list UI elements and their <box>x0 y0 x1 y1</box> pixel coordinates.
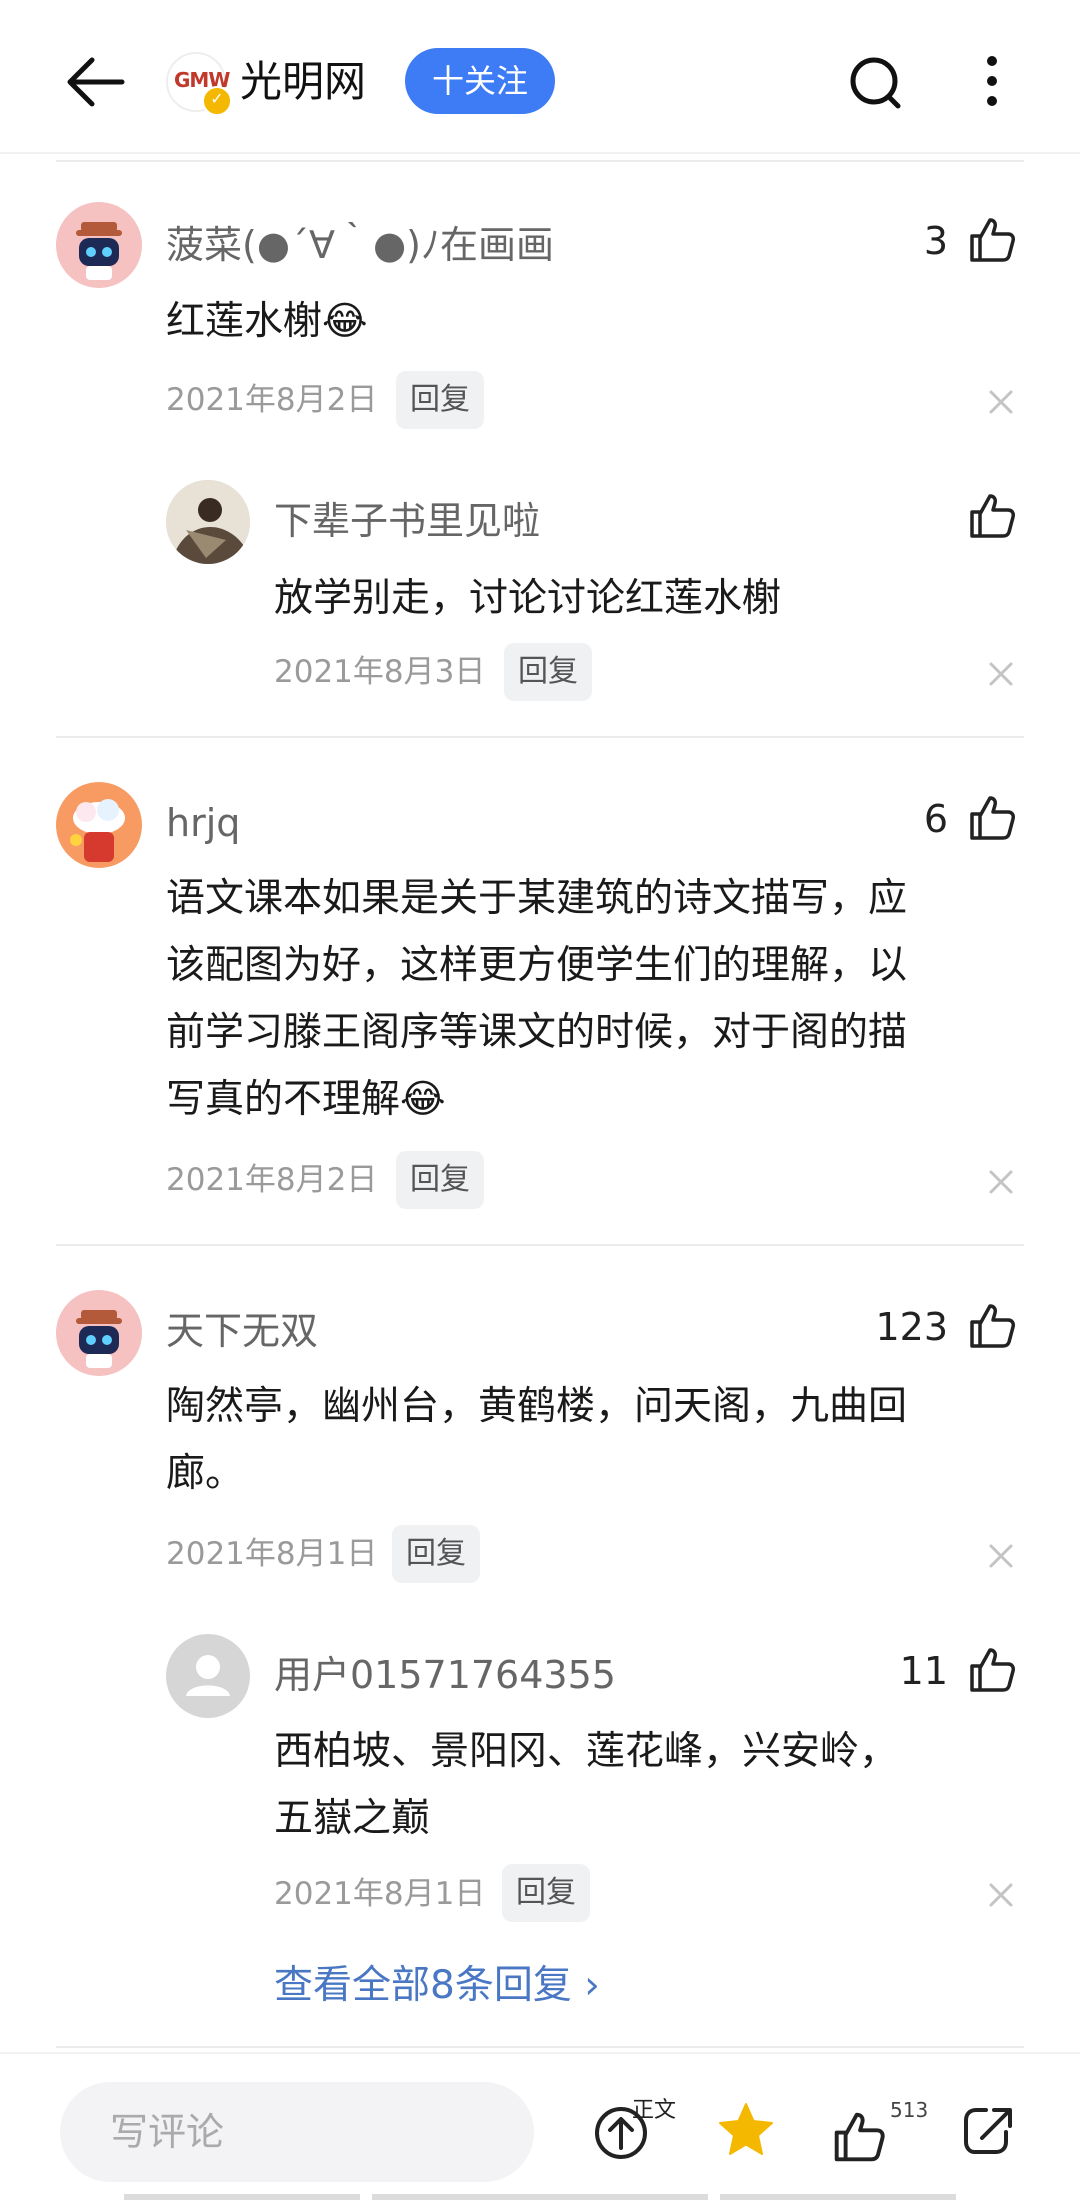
reply-button[interactable]: 回复 <box>502 1864 590 1922</box>
close-icon[interactable] <box>985 1540 1017 1572</box>
divider <box>56 736 1024 738</box>
reply-date: 2021年8月3日 <box>274 654 486 690</box>
user-avatar[interactable] <box>166 480 250 564</box>
search-icon <box>850 57 901 109</box>
divider <box>56 2046 1024 2048</box>
divider <box>56 160 1024 162</box>
default-user-icon <box>186 1655 230 1696</box>
comment-text-line: 语文课本如果是关于某建筑的诗文描写，应 <box>166 876 908 921</box>
more-vertical-icon <box>987 56 997 106</box>
thumbs-up-icon[interactable] <box>966 214 1018 266</box>
comment-text-line: 陶然亭，幽州台，黄鹤楼，问天阁，九曲回 <box>166 1384 908 1429</box>
close-icon[interactable] <box>985 1166 1017 1198</box>
reply-button[interactable]: 回复 <box>392 1525 480 1583</box>
comment-text: 语文课本如果是关于某建筑的诗文描写，应 该配图为好，这样更方便学生们的理解，以 … <box>166 865 1036 1133</box>
publisher-name[interactable]: 光明网 <box>240 52 366 112</box>
comment-username[interactable]: hrjq <box>166 796 240 850</box>
like-article-button[interactable]: 513 <box>830 2094 930 2174</box>
header-divider <box>0 152 1080 154</box>
comment-text: 陶然亭，幽州台，黄鹤楼，问天阁，九曲回 廊。 <box>166 1373 1036 1507</box>
back-to-article-button[interactable]: 正文 <box>592 2092 688 2172</box>
comment-username[interactable]: 菠菜(●´∀｀●)ﾉ在画画 <box>166 218 554 272</box>
top-header: GMW ✓ 光明网 十关注 <box>0 0 1080 152</box>
user-avatar[interactable] <box>166 1634 250 1718</box>
search-button[interactable] <box>846 48 906 118</box>
back-arrow-icon <box>67 57 125 107</box>
comment-text-line: 写真的不理解😂 <box>166 1077 446 1122</box>
user-avatar[interactable] <box>56 1290 142 1376</box>
comment-input[interactable]: 写评论 <box>60 2082 534 2182</box>
reply-button[interactable]: 回复 <box>504 643 592 701</box>
view-all-replies-link[interactable]: 查看全部8条回复 › <box>274 1958 600 2014</box>
verified-badge-icon: ✓ <box>202 86 232 116</box>
thumbs-up-icon[interactable] <box>966 1644 1018 1696</box>
illustration-avatar-icon <box>166 480 250 564</box>
cartoon-avatar-icon <box>70 799 125 862</box>
comment-date: 2021年8月1日 <box>166 1536 378 1572</box>
reply-button[interactable]: 回复 <box>396 371 484 429</box>
close-icon[interactable] <box>985 658 1017 690</box>
comment-text: 红莲水榭😂 <box>166 299 368 344</box>
thumbs-up-icon <box>834 2112 885 2162</box>
like-count: 123 <box>875 1305 948 1349</box>
like-count: 11 <box>899 1649 948 1693</box>
thumbs-up-icon[interactable] <box>966 490 1018 542</box>
reply-username[interactable]: 用户01571764355 <box>274 1648 616 1702</box>
bottom-strip <box>372 2194 708 2200</box>
reply-text: 西柏坡、景阳冈、莲花峰，兴安岭， 五嶽之巅 <box>274 1718 1034 1852</box>
bottom-action-bar: 写评论 正文 513 <box>0 2052 1080 2202</box>
thumbs-up-icon[interactable] <box>966 1300 1018 1352</box>
comment-text-line: 廊。 <box>166 1451 245 1496</box>
share-icon[interactable] <box>960 2102 1018 2160</box>
divider <box>56 1244 1024 1246</box>
close-icon[interactable] <box>985 386 1017 418</box>
star-icon[interactable] <box>716 2100 776 2160</box>
comment-text-line: 前学习滕王阁序等课文的时候，对于阁的描 <box>166 1010 908 1055</box>
robot-avatar-icon <box>76 1310 122 1368</box>
thumbs-up-icon[interactable] <box>966 792 1018 844</box>
article-like-count: 513 <box>890 2098 929 2122</box>
comment-date: 2021年8月2日 <box>166 382 378 418</box>
article-label: 正文 <box>632 2098 677 2123</box>
close-icon[interactable] <box>985 1879 1017 1911</box>
user-avatar[interactable] <box>56 782 142 868</box>
comment-text-line: 该配图为好，这样更方便学生们的理解，以 <box>166 943 908 988</box>
reply-username[interactable]: 下辈子书里见啦 <box>274 494 540 548</box>
reply-button[interactable]: 回复 <box>396 1151 484 1209</box>
bottom-strip <box>124 2194 360 2200</box>
more-options-button[interactable] <box>972 48 1012 118</box>
reply-date: 2021年8月1日 <box>274 1876 486 1912</box>
comment-date: 2021年8月2日 <box>166 1162 378 1198</box>
like-count: 6 <box>923 797 948 841</box>
like-count: 3 <box>923 219 948 263</box>
user-avatar[interactable] <box>56 202 142 288</box>
reply-text: 放学别走，讨论讨论红莲水榭 <box>274 576 782 621</box>
reply-text-line: 五嶽之巅 <box>274 1796 431 1841</box>
robot-avatar-icon <box>76 222 122 280</box>
comment-username[interactable]: 天下无双 <box>166 1304 318 1358</box>
bottom-strip <box>720 2194 956 2200</box>
back-button[interactable] <box>60 48 132 120</box>
publisher-avatar[interactable]: GMW ✓ <box>166 52 232 116</box>
reply-text-line: 西柏坡、景阳冈、莲花峰，兴安岭， <box>274 1729 899 1774</box>
follow-button[interactable]: 十关注 <box>405 48 555 114</box>
